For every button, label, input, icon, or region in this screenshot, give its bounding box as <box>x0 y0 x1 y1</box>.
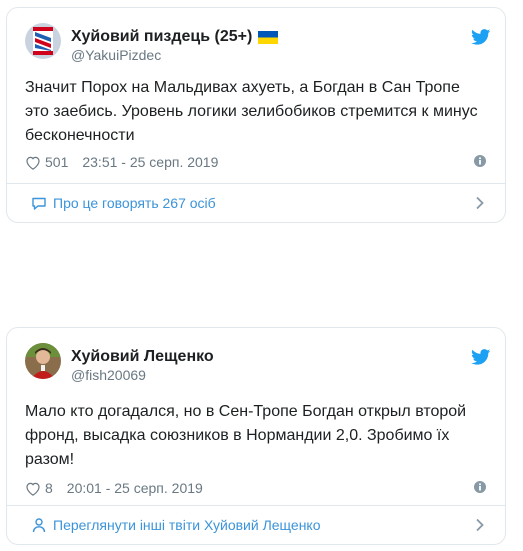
twitter-bird-icon[interactable] <box>471 29 491 45</box>
chevron-right-icon[interactable] <box>475 196 485 210</box>
like-count[interactable]: 501 <box>45 154 68 170</box>
person-icon <box>31 517 47 533</box>
ukraine-flag-icon <box>258 30 279 44</box>
twitter-bird-icon[interactable] <box>471 349 491 365</box>
tweet-header: Хуйовий пиздець (25+) @YakuiPizdec <box>25 23 495 63</box>
footer-label[interactable]: Про це говорять 267 осіб <box>53 195 216 211</box>
tweet-card[interactable]: Хуйовий Лещенко @fish20069 Мало кто дога… <box>6 327 506 545</box>
heart-icon[interactable] <box>25 155 41 170</box>
speech-bubble-icon <box>31 195 47 211</box>
avatar[interactable] <box>25 23 61 59</box>
user-handle[interactable]: @fish20069 <box>71 367 146 383</box>
timestamp[interactable]: 20:01 - 25 серп. 2019 <box>67 480 203 496</box>
name-row: Хуйовий Лещенко <box>71 348 214 366</box>
tweet-text: Мало кто догадался, но в Сен-Тропе Богда… <box>25 403 467 468</box>
user-handle[interactable]: @YakuiPizdec <box>71 47 161 63</box>
heart-icon[interactable] <box>25 481 41 496</box>
info-icon[interactable] <box>473 480 487 494</box>
tweet-text: Значит Порох на Мальдивах ахуеть, а Богд… <box>25 79 478 144</box>
tweet-header: Хуйовий Лещенко @fish20069 <box>25 343 495 383</box>
tweet-card[interactable]: Хуйовий пиздець (25+) @YakuiPizdec Значи… <box>6 7 506 223</box>
info-icon[interactable] <box>473 154 487 168</box>
tweet-meta: 8 20:01 - 25 серп. 2019 <box>25 478 487 498</box>
tweet-meta: 501 23:51 - 25 серп. 2019 <box>25 152 487 172</box>
avatar[interactable] <box>25 343 61 379</box>
timestamp[interactable]: 23:51 - 25 серп. 2019 <box>82 154 218 170</box>
like-count[interactable]: 8 <box>45 480 53 496</box>
display-name[interactable]: Хуйовий пиздець (25+) <box>71 28 252 46</box>
chevron-right-icon[interactable] <box>475 518 485 532</box>
tweet-footer-link[interactable]: Про це говорять 267 осіб <box>7 183 505 222</box>
display-name[interactable]: Хуйовий Лещенко <box>71 348 214 366</box>
tweet-footer-link[interactable]: Переглянути інші твіти Хуйовий Лещенко <box>7 505 505 544</box>
footer-label[interactable]: Переглянути інші твіти Хуйовий Лещенко <box>53 517 321 533</box>
name-row: Хуйовий пиздець (25+) <box>71 28 279 46</box>
